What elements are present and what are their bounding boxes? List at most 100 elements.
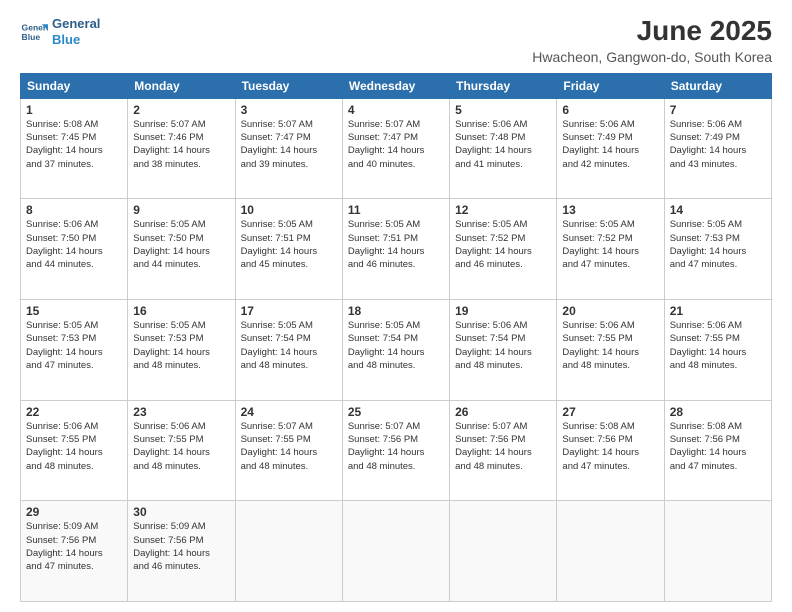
table-row	[664, 501, 771, 602]
day-info: Sunrise: 5:05 AM Sunset: 7:54 PM Dayligh…	[241, 319, 337, 372]
day-info: Sunrise: 5:07 AM Sunset: 7:55 PM Dayligh…	[241, 420, 337, 473]
table-row: 6Sunrise: 5:06 AM Sunset: 7:49 PM Daylig…	[557, 98, 664, 199]
day-number: 2	[133, 103, 229, 117]
table-row: 14Sunrise: 5:05 AM Sunset: 7:53 PM Dayli…	[664, 199, 771, 300]
day-info: Sunrise: 5:06 AM Sunset: 7:55 PM Dayligh…	[26, 420, 122, 473]
day-number: 3	[241, 103, 337, 117]
day-info: Sunrise: 5:06 AM Sunset: 7:55 PM Dayligh…	[562, 319, 658, 372]
calendar-week-row: 15Sunrise: 5:05 AM Sunset: 7:53 PM Dayli…	[21, 300, 772, 401]
table-row: 23Sunrise: 5:06 AM Sunset: 7:55 PM Dayli…	[128, 400, 235, 501]
table-row: 20Sunrise: 5:06 AM Sunset: 7:55 PM Dayli…	[557, 300, 664, 401]
day-number: 9	[133, 203, 229, 217]
table-row: 9Sunrise: 5:05 AM Sunset: 7:50 PM Daylig…	[128, 199, 235, 300]
day-info: Sunrise: 5:08 AM Sunset: 7:56 PM Dayligh…	[562, 420, 658, 473]
day-info: Sunrise: 5:05 AM Sunset: 7:54 PM Dayligh…	[348, 319, 444, 372]
day-number: 7	[670, 103, 766, 117]
day-number: 16	[133, 304, 229, 318]
calendar-subtitle: Hwacheon, Gangwon-do, South Korea	[532, 49, 772, 65]
day-number: 1	[26, 103, 122, 117]
day-number: 24	[241, 405, 337, 419]
table-row: 5Sunrise: 5:06 AM Sunset: 7:48 PM Daylig…	[450, 98, 557, 199]
logo-line2: Blue	[52, 32, 100, 48]
day-info: Sunrise: 5:05 AM Sunset: 7:53 PM Dayligh…	[26, 319, 122, 372]
day-number: 11	[348, 203, 444, 217]
day-number: 26	[455, 405, 551, 419]
day-number: 23	[133, 405, 229, 419]
day-info: Sunrise: 5:05 AM Sunset: 7:52 PM Dayligh…	[455, 218, 551, 271]
logo-line1: General	[52, 16, 100, 32]
day-info: Sunrise: 5:05 AM Sunset: 7:51 PM Dayligh…	[348, 218, 444, 271]
day-number: 18	[348, 304, 444, 318]
col-sunday: Sunday	[21, 73, 128, 98]
day-number: 10	[241, 203, 337, 217]
table-row: 29Sunrise: 5:09 AM Sunset: 7:56 PM Dayli…	[21, 501, 128, 602]
col-wednesday: Wednesday	[342, 73, 449, 98]
day-number: 5	[455, 103, 551, 117]
day-number: 13	[562, 203, 658, 217]
day-info: Sunrise: 5:06 AM Sunset: 7:55 PM Dayligh…	[133, 420, 229, 473]
day-info: Sunrise: 5:07 AM Sunset: 7:46 PM Dayligh…	[133, 118, 229, 171]
table-row	[235, 501, 342, 602]
day-number: 27	[562, 405, 658, 419]
table-row: 19Sunrise: 5:06 AM Sunset: 7:54 PM Dayli…	[450, 300, 557, 401]
day-info: Sunrise: 5:06 AM Sunset: 7:55 PM Dayligh…	[670, 319, 766, 372]
logo: General Blue General Blue	[20, 16, 100, 47]
page: General Blue General Blue June 2025 Hwac…	[0, 0, 792, 612]
day-number: 14	[670, 203, 766, 217]
day-info: Sunrise: 5:05 AM Sunset: 7:53 PM Dayligh…	[670, 218, 766, 271]
day-number: 17	[241, 304, 337, 318]
svg-text:General: General	[22, 22, 48, 32]
day-number: 29	[26, 505, 122, 519]
table-row: 3Sunrise: 5:07 AM Sunset: 7:47 PM Daylig…	[235, 98, 342, 199]
table-row: 28Sunrise: 5:08 AM Sunset: 7:56 PM Dayli…	[664, 400, 771, 501]
day-info: Sunrise: 5:06 AM Sunset: 7:54 PM Dayligh…	[455, 319, 551, 372]
table-row: 17Sunrise: 5:05 AM Sunset: 7:54 PM Dayli…	[235, 300, 342, 401]
day-info: Sunrise: 5:05 AM Sunset: 7:51 PM Dayligh…	[241, 218, 337, 271]
table-row: 30Sunrise: 5:09 AM Sunset: 7:56 PM Dayli…	[128, 501, 235, 602]
table-row	[557, 501, 664, 602]
table-row: 8Sunrise: 5:06 AM Sunset: 7:50 PM Daylig…	[21, 199, 128, 300]
day-info: Sunrise: 5:06 AM Sunset: 7:49 PM Dayligh…	[670, 118, 766, 171]
day-info: Sunrise: 5:06 AM Sunset: 7:50 PM Dayligh…	[26, 218, 122, 271]
table-row: 11Sunrise: 5:05 AM Sunset: 7:51 PM Dayli…	[342, 199, 449, 300]
day-number: 22	[26, 405, 122, 419]
col-friday: Friday	[557, 73, 664, 98]
table-row	[450, 501, 557, 602]
day-info: Sunrise: 5:05 AM Sunset: 7:52 PM Dayligh…	[562, 218, 658, 271]
table-row: 22Sunrise: 5:06 AM Sunset: 7:55 PM Dayli…	[21, 400, 128, 501]
table-row: 24Sunrise: 5:07 AM Sunset: 7:55 PM Dayli…	[235, 400, 342, 501]
day-info: Sunrise: 5:09 AM Sunset: 7:56 PM Dayligh…	[133, 520, 229, 573]
table-row	[342, 501, 449, 602]
table-row: 26Sunrise: 5:07 AM Sunset: 7:56 PM Dayli…	[450, 400, 557, 501]
table-row: 18Sunrise: 5:05 AM Sunset: 7:54 PM Dayli…	[342, 300, 449, 401]
calendar-week-row: 8Sunrise: 5:06 AM Sunset: 7:50 PM Daylig…	[21, 199, 772, 300]
table-row: 10Sunrise: 5:05 AM Sunset: 7:51 PM Dayli…	[235, 199, 342, 300]
calendar-week-row: 29Sunrise: 5:09 AM Sunset: 7:56 PM Dayli…	[21, 501, 772, 602]
table-row: 12Sunrise: 5:05 AM Sunset: 7:52 PM Dayli…	[450, 199, 557, 300]
table-row: 13Sunrise: 5:05 AM Sunset: 7:52 PM Dayli…	[557, 199, 664, 300]
title-block: June 2025 Hwacheon, Gangwon-do, South Ko…	[532, 16, 772, 65]
day-info: Sunrise: 5:05 AM Sunset: 7:53 PM Dayligh…	[133, 319, 229, 372]
day-number: 4	[348, 103, 444, 117]
header: General Blue General Blue June 2025 Hwac…	[20, 16, 772, 65]
calendar-header-row: Sunday Monday Tuesday Wednesday Thursday…	[21, 73, 772, 98]
logo-icon: General Blue	[20, 18, 48, 46]
col-monday: Monday	[128, 73, 235, 98]
day-info: Sunrise: 5:05 AM Sunset: 7:50 PM Dayligh…	[133, 218, 229, 271]
day-info: Sunrise: 5:07 AM Sunset: 7:47 PM Dayligh…	[241, 118, 337, 171]
table-row: 15Sunrise: 5:05 AM Sunset: 7:53 PM Dayli…	[21, 300, 128, 401]
day-number: 15	[26, 304, 122, 318]
col-tuesday: Tuesday	[235, 73, 342, 98]
day-info: Sunrise: 5:07 AM Sunset: 7:56 PM Dayligh…	[455, 420, 551, 473]
day-info: Sunrise: 5:06 AM Sunset: 7:48 PM Dayligh…	[455, 118, 551, 171]
day-info: Sunrise: 5:07 AM Sunset: 7:47 PM Dayligh…	[348, 118, 444, 171]
day-number: 6	[562, 103, 658, 117]
day-info: Sunrise: 5:09 AM Sunset: 7:56 PM Dayligh…	[26, 520, 122, 573]
day-info: Sunrise: 5:07 AM Sunset: 7:56 PM Dayligh…	[348, 420, 444, 473]
day-info: Sunrise: 5:06 AM Sunset: 7:49 PM Dayligh…	[562, 118, 658, 171]
table-row: 25Sunrise: 5:07 AM Sunset: 7:56 PM Dayli…	[342, 400, 449, 501]
day-info: Sunrise: 5:08 AM Sunset: 7:45 PM Dayligh…	[26, 118, 122, 171]
day-number: 25	[348, 405, 444, 419]
calendar-title: June 2025	[532, 16, 772, 47]
day-number: 19	[455, 304, 551, 318]
